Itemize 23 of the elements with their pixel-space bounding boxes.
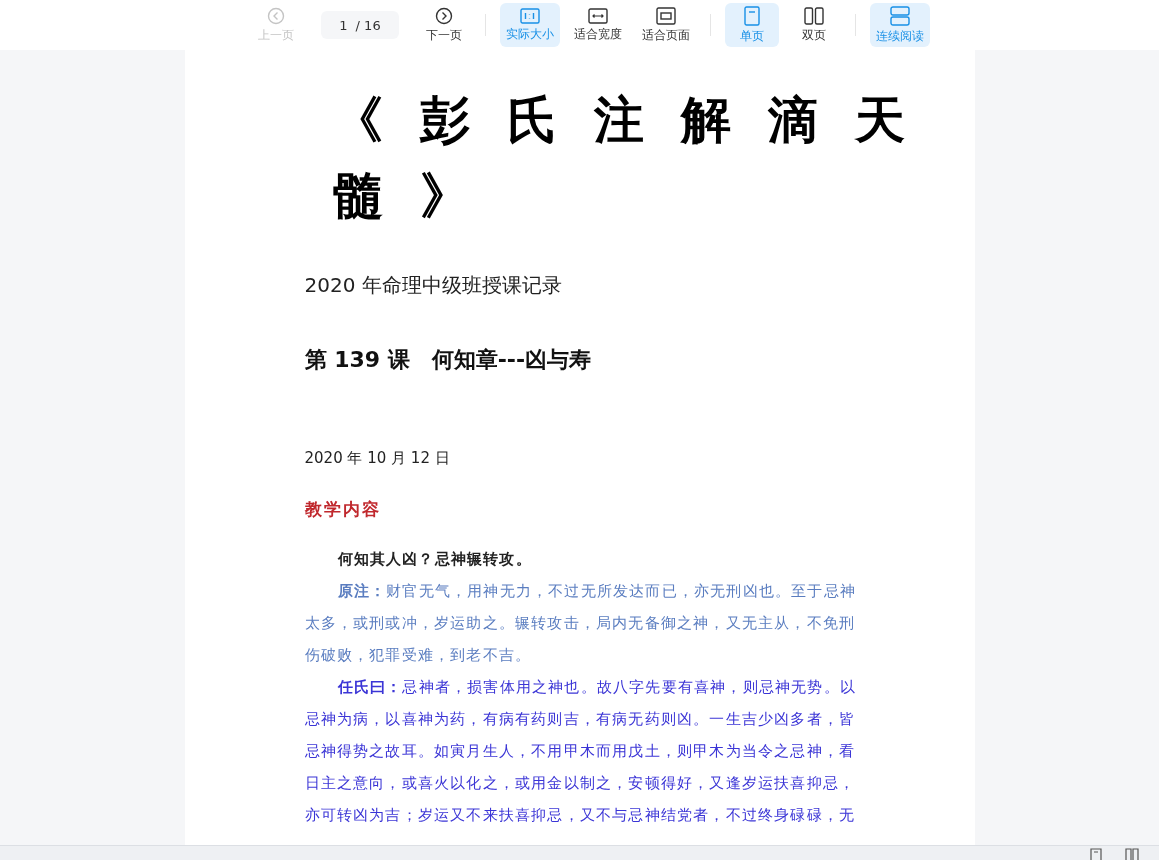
toolbar-button[interactable]: 适合宽度 (568, 3, 628, 47)
toolbar-button[interactable]: 下一页 (417, 3, 471, 47)
toolbar-button[interactable]: 双页 (787, 3, 841, 47)
document-title: 《彭氏注解滴天髓》 (332, 89, 943, 227)
document-subtitle: 2020 年命理中级班授课记录 (304, 272, 563, 299)
toolbar-button[interactable]: 适合页面 (636, 3, 696, 47)
forward-icon (435, 7, 453, 25)
single-page-icon (744, 6, 760, 26)
lesson-heading: 第 139 课 何知章---凶与寿 (304, 346, 593, 374)
lesson-date: 2020 年 10 月 12 日 (304, 449, 451, 468)
section-heading: 教学内容 (304, 498, 382, 521)
fit-page-icon (656, 7, 676, 25)
fit-width-icon (588, 8, 608, 24)
page-field[interactable]: 1 / 16 (321, 11, 399, 39)
double-page-icon[interactable] (1125, 848, 1139, 860)
continuous-icon (890, 6, 910, 26)
paragraph: 任氏曰：忌神者，损害体用之神也。故八字先要有喜神，则忌神无势。以忌神为病，以喜神为药，有病有药则吉，有病无药则凶。一生吉少凶多者，皆忌神得势之故耳。如寅月生人，不用甲木而用戊土，则甲木为当令之忌神，看日主之意向，或喜火以化之，或用金以制之，安顿得好，又逢岁运扶喜抑忌，亦可转凶为吉；岁运又不来扶喜抑忌，又不与忌神结党者，不过终身碌碌，无 (304, 677, 857, 826)
verse-quote: 何知其人凶？忌神辗转攻。 (336, 549, 533, 570)
paragraph: 原注：财官无气，用神无力，不过无所发达而已，亦无刑凶也。至于忌神太多，或刑或冲，岁运助之。辗转攻击，局内无备御之神，又无主从，不免刑伤破败，犯罪受难，到老不吉。 (304, 581, 857, 666)
single-page-icon[interactable] (1089, 848, 1103, 860)
back-icon (267, 7, 285, 25)
one-to-one-icon (520, 8, 540, 24)
double-page-icon (804, 7, 824, 25)
